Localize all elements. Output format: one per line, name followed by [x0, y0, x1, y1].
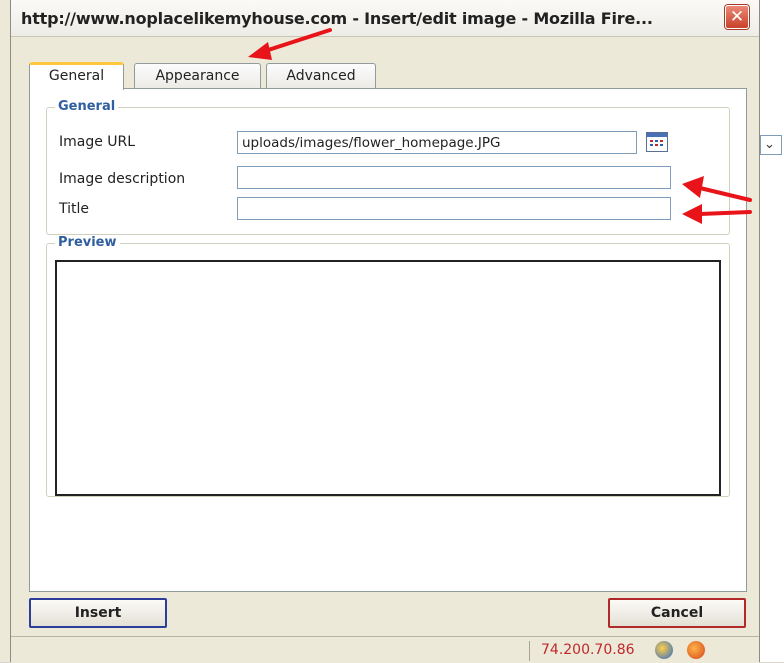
- ip-address: 74.200.70.86: [541, 642, 635, 658]
- background-select-dropdown[interactable]: ⌄: [760, 135, 782, 155]
- tab-advanced-label: Advanced: [286, 68, 356, 84]
- image-description-label: Image description: [59, 171, 186, 187]
- cancel-button[interactable]: Cancel: [608, 598, 746, 628]
- tab-appearance-label: Appearance: [155, 68, 240, 84]
- close-icon: ✕: [729, 7, 745, 27]
- tab-general-label: General: [48, 68, 105, 84]
- image-url-input[interactable]: uploads/images/flower_homepage.JPG: [237, 131, 637, 154]
- tab-advanced[interactable]: Advanced: [266, 63, 376, 88]
- preview-area: [55, 260, 721, 496]
- image-url-label: Image URL: [59, 134, 136, 150]
- status-bar: 74.200.70.86: [11, 636, 759, 663]
- title-label: Title: [59, 201, 90, 217]
- image-description-input[interactable]: [237, 166, 671, 189]
- chevron-down-icon: ⌄: [764, 137, 775, 152]
- browse-icon[interactable]: [646, 132, 668, 152]
- title-bar[interactable]: http://www.noplacelikemyhouse.com - Inse…: [11, 0, 759, 37]
- window-title: http://www.noplacelikemyhouse.com - Inse…: [21, 9, 653, 28]
- firefox-icon[interactable]: [687, 641, 705, 659]
- close-button[interactable]: ✕: [725, 5, 749, 29]
- general-fieldset: General Image URL uploads/images/flower_…: [46, 99, 730, 235]
- background-page-right: [760, 0, 784, 662]
- general-legend: General: [55, 99, 119, 114]
- network-icon[interactable]: [655, 641, 673, 659]
- tab-general[interactable]: General: [29, 62, 124, 90]
- preview-legend: Preview: [55, 235, 120, 250]
- status-separator: [529, 641, 530, 661]
- insert-button[interactable]: Insert: [29, 598, 167, 628]
- tab-appearance[interactable]: Appearance: [134, 63, 261, 88]
- preview-fieldset: Preview: [46, 235, 730, 497]
- insert-edit-image-dialog: http://www.noplacelikemyhouse.com - Inse…: [10, 0, 760, 663]
- tab-panel: General Image URL uploads/images/flower_…: [29, 88, 747, 592]
- title-input[interactable]: [237, 197, 671, 220]
